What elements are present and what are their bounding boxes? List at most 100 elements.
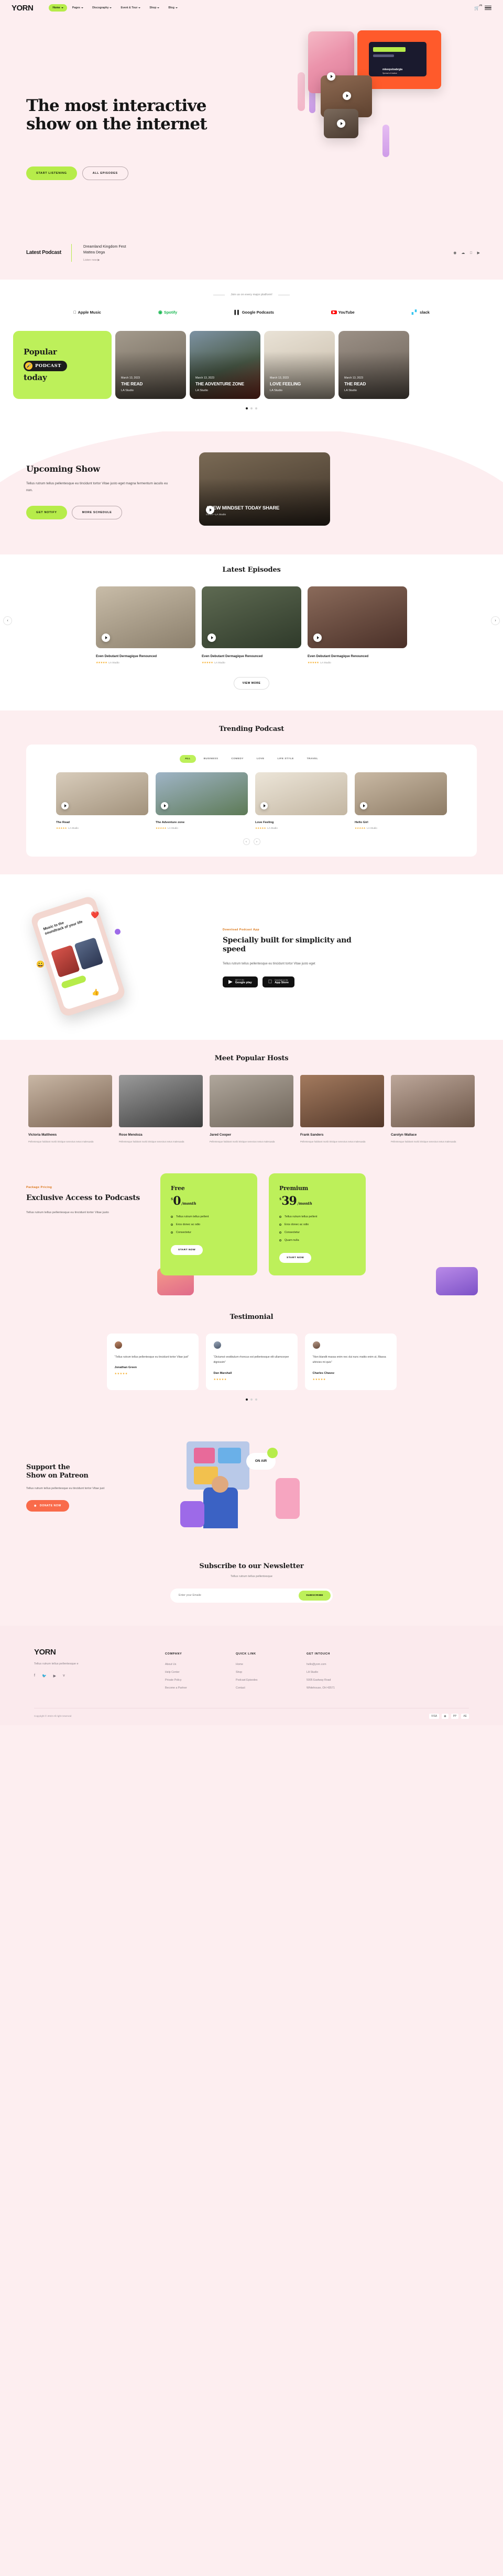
start-now-button[interactable]: START NOW xyxy=(279,1253,312,1263)
more-schedule-button[interactable]: MORE SCHEDULE xyxy=(71,505,123,519)
slack-icon: ▖▘ xyxy=(411,310,419,315)
play-icon[interactable] xyxy=(207,634,216,642)
nav-item-blog[interactable]: Blog xyxy=(165,4,181,12)
platform-youtube[interactable]: ▶ YouTube xyxy=(331,310,355,315)
footer-link[interactable]: Contact xyxy=(236,1686,307,1690)
play-icon[interactable] xyxy=(343,92,351,100)
carousel-dot[interactable] xyxy=(246,1398,248,1401)
tab-all[interactable]: ALL xyxy=(180,755,196,763)
rating-stars: ★★★★★ xyxy=(255,827,266,830)
carousel-prev-button[interactable]: ‹ xyxy=(243,838,250,846)
brand-logo[interactable]: YORN xyxy=(12,4,34,13)
testimonial-section: Testimonial “Tellus rutrum tellus pellen… xyxy=(0,1298,503,1422)
episode-card[interactable]: Even Debutant Dermagique Renounced ★★★★★… xyxy=(308,586,407,664)
trending-card[interactable]: The Adventure zone ★★★★★ LA Studio xyxy=(156,772,248,830)
view-more-button[interactable]: VIEW MORE xyxy=(233,677,270,690)
tab-life-style[interactable]: LIFE STYLE xyxy=(272,755,299,763)
footer-link[interactable]: Shop xyxy=(236,1671,307,1674)
nav-item-discography[interactable]: Discography xyxy=(89,4,115,12)
host-desc: Pellentesque habitant morbi tristique se… xyxy=(28,1140,94,1143)
play-icon[interactable] xyxy=(102,634,110,642)
amex-icon: AE xyxy=(461,1713,469,1719)
trending-card[interactable]: Hello Girl ★★★★★ LA Studio xyxy=(355,772,447,830)
chevron-down-icon xyxy=(61,7,63,8)
rating-stars: ★★★★★ xyxy=(355,827,366,830)
host-card[interactable]: Jared Cooper Pellentesque habitant morbi… xyxy=(210,1075,293,1144)
platform-google-podcasts[interactable]: ▌▌ Google Podcasts xyxy=(234,310,274,315)
listen-now-link[interactable]: Listen now ▶ xyxy=(83,259,126,262)
footer-link[interactable]: Home xyxy=(236,1663,307,1666)
facebook-icon[interactable]: f xyxy=(34,1674,35,1678)
apple-icon[interactable]:  xyxy=(469,251,472,255)
carousel-prev-button[interactable]: ‹ xyxy=(3,616,12,625)
carousel-next-button[interactable]: › xyxy=(253,838,260,846)
trending-card[interactable]: The Read ★★★★★ LA Studio xyxy=(56,772,148,830)
upcoming-video-card[interactable]: ANEW MINDSET TODAY SHARE Genre • LA Stud… xyxy=(199,452,330,526)
platform-slack[interactable]: ▖▘ slack xyxy=(412,310,430,315)
host-card[interactable]: Victoria Matthews Pellentesque habitant … xyxy=(28,1075,112,1144)
youtube-icon[interactable]: ▶ xyxy=(53,1674,56,1678)
google-play-button[interactable]: ▶ GET IT ON Google play xyxy=(223,976,258,987)
footer-link[interactable]: Private Policy xyxy=(165,1679,236,1682)
trending-card[interactable]: Love Feeling ★★★★★ LA Studio xyxy=(255,772,347,830)
platform-spotify[interactable]: ◉ Spotify xyxy=(158,309,177,315)
donate-now-button[interactable]: ◉ DONATE NOW xyxy=(26,1500,69,1512)
tab-love[interactable]: LOVE xyxy=(252,755,270,763)
footer-heading: COMPANY xyxy=(165,1652,182,1656)
popular-card[interactable]: March 13, 2023 THE READ LA Studio xyxy=(338,331,409,399)
tab-comedy[interactable]: COMEDY xyxy=(226,755,248,763)
tab-travel[interactable]: TRAVEL xyxy=(302,755,323,763)
footer-link[interactable]: hello@yorn.com xyxy=(307,1663,377,1666)
nav-item-event-tour[interactable]: Event & Tour xyxy=(117,4,144,12)
popular-card[interactable]: March 13, 2023 THE ADVENTURE ZONE LA Studi… xyxy=(190,331,260,399)
app-store-button[interactable]:  Download on theApp Store xyxy=(262,976,294,987)
play-icon[interactable] xyxy=(313,634,322,642)
host-card[interactable]: Carolyn Wallace Pellentesque habitant mo… xyxy=(391,1075,475,1144)
footer-link[interactable]: Become a Partner xyxy=(165,1686,236,1690)
nav-item-home[interactable]: Home xyxy=(49,4,67,12)
host-card[interactable]: Rose Mendoza Pellentesque habitant morbi… xyxy=(119,1075,203,1144)
carousel-dot[interactable] xyxy=(250,1398,253,1401)
footer-bottom: Copyright © 2023 All right reserved VISA… xyxy=(34,1707,469,1719)
youtube-icon[interactable]: ▶ xyxy=(477,251,480,255)
host-card[interactable]: Frank Sanders Pellentesque habitant morb… xyxy=(300,1075,384,1144)
start-now-button[interactable]: START NOW xyxy=(171,1245,203,1256)
carousel-dot[interactable] xyxy=(250,407,253,409)
carousel-dot[interactable] xyxy=(246,407,248,409)
carousel-next-button[interactable]: › xyxy=(491,616,500,625)
vimeo-icon[interactable]: v xyxy=(63,1674,65,1678)
get-notify-button[interactable]: GET NOTIFY xyxy=(26,505,67,519)
tab-business[interactable]: BUSINESS xyxy=(199,755,224,763)
episode-card[interactable]: Even Debutant Dermagique Renounced ★★★★★… xyxy=(96,586,195,664)
hamburger-menu-icon[interactable] xyxy=(485,5,491,10)
popular-card[interactable]: March 13, 2023 THE READ LA Studio xyxy=(115,331,186,399)
footer-logo[interactable]: YORN xyxy=(34,1648,165,1657)
play-icon[interactable] xyxy=(327,72,335,81)
subscribe-button[interactable]: SUBSCRIBE xyxy=(299,1590,331,1601)
cart-icon[interactable]: 🛒 (0) xyxy=(474,4,482,10)
testimonial-name: Dan Marshall xyxy=(213,1371,232,1375)
soundcloud-icon[interactable]: ☁ xyxy=(461,251,465,255)
nav-item-label: Shop xyxy=(149,6,157,9)
episode-card[interactable]: Even Debutant Dermagique Renounced ★★★★★… xyxy=(202,586,301,664)
start-listening-button[interactable]: START LISTENING xyxy=(26,166,77,180)
carousel-dot[interactable] xyxy=(255,407,257,409)
play-icon[interactable] xyxy=(206,506,214,514)
nav-item-shop[interactable]: Shop xyxy=(146,4,163,12)
play-icon[interactable] xyxy=(337,119,345,128)
carousel-dot[interactable] xyxy=(255,1398,257,1401)
episode-title: Even Debutant Dermagique Renounced xyxy=(96,654,157,658)
footer-link[interactable]: Help Center xyxy=(165,1671,236,1674)
spotify-icon[interactable]: ◉ xyxy=(453,251,456,255)
hero-card-small[interactable] xyxy=(324,109,358,138)
nav-item-pages[interactable]: Pages xyxy=(69,4,87,12)
footer-link[interactable]: About Us xyxy=(165,1663,236,1666)
email-input[interactable] xyxy=(179,1594,299,1597)
footer-link[interactable]: Podcast Episodes xyxy=(236,1679,307,1682)
twitter-icon[interactable]: 🐦 xyxy=(42,1674,47,1678)
platform-apple-music[interactable]: Apple Music xyxy=(73,310,101,315)
all-episodes-button[interactable]: ALL EPISODES xyxy=(82,166,128,180)
popular-card[interactable]: March 13, 2023 LOVE FEELING LA Studio xyxy=(264,331,335,399)
patreon-title-line1: Support the xyxy=(26,1463,70,1471)
promo-title: Specially built for simplicity and speed xyxy=(223,936,352,954)
